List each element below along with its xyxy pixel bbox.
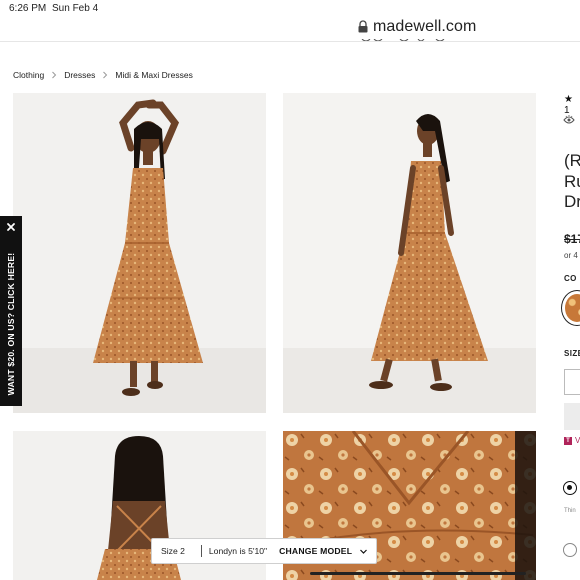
lock-icon <box>358 20 368 33</box>
chevron-right-icon <box>52 71 57 79</box>
size-select[interactable] <box>564 369 580 395</box>
product-title: (R Ru Dr <box>564 151 580 213</box>
breadcrumb: Clothing Dresses Midi & Maxi Dresses <box>13 68 193 82</box>
swatch-fill <box>565 294 580 322</box>
color-label: CO <box>564 274 577 283</box>
address-bar[interactable]: madewell.com <box>0 16 580 38</box>
model-height: Londyn is 5'10" <box>208 546 268 556</box>
site-domain[interactable]: madewell.com <box>373 18 476 36</box>
star-icon: ★ <box>564 94 573 105</box>
header-divider <box>0 41 580 42</box>
shipping-option-radio-selected[interactable] <box>563 481 577 495</box>
status-date: Sun Feb 4 <box>52 3 99 14</box>
model-size: Size 2 <box>161 546 185 556</box>
breadcrumb-dresses[interactable]: Dresses <box>64 70 95 80</box>
size-label: SIZE <box>564 349 580 358</box>
tv-link-text[interactable]: V <box>575 436 580 445</box>
original-price: $17 <box>564 232 580 246</box>
product-title-line-3: Dr <box>564 192 580 211</box>
pill-divider <box>200 545 202 557</box>
color-swatch-selected[interactable] <box>561 290 580 326</box>
status-time: 6:26 PM <box>9 3 47 14</box>
product-title-line-1: (R <box>564 151 580 170</box>
model-side-illustration <box>283 114 536 413</box>
image-scroll-indicator <box>310 572 526 575</box>
status-bar: 6:26 PM Sun Feb 4 <box>0 0 580 16</box>
add-to-bag-button[interactable] <box>564 403 580 430</box>
chevron-right-icon <box>103 71 108 79</box>
tv-link[interactable]: T V <box>564 436 580 445</box>
product-rating[interactable]: ★ 1 <box>564 94 580 116</box>
shipping-option-text: Thin <box>564 508 576 514</box>
product-image-side[interactable] <box>283 93 536 413</box>
chevron-down-icon[interactable] <box>359 547 368 556</box>
installments-text[interactable]: or 4 <box>564 251 578 260</box>
model-size-bar[interactable]: Size 2 Londyn is 5'10" CHANGE MODEL <box>151 538 377 564</box>
promo-text[interactable]: WANT $20. ON US? CLICK HERE! <box>6 253 16 396</box>
promo-tab[interactable]: WANT $20. ON US? CLICK HERE! <box>0 216 22 406</box>
close-icon[interactable] <box>5 221 17 233</box>
model-front-illustration <box>13 99 266 413</box>
breadcrumb-midi-maxi-dresses[interactable]: Midi & Maxi Dresses <box>115 70 192 80</box>
change-model-button[interactable]: CHANGE MODEL <box>279 546 352 556</box>
pickup-option-radio[interactable] <box>563 543 577 557</box>
eye-icon <box>563 115 575 124</box>
product-image-front[interactable] <box>13 93 266 413</box>
product-title-line-2: Ru <box>564 171 580 191</box>
t-badge-icon: T <box>564 436 572 445</box>
breadcrumb-clothing[interactable]: Clothing <box>13 70 44 80</box>
